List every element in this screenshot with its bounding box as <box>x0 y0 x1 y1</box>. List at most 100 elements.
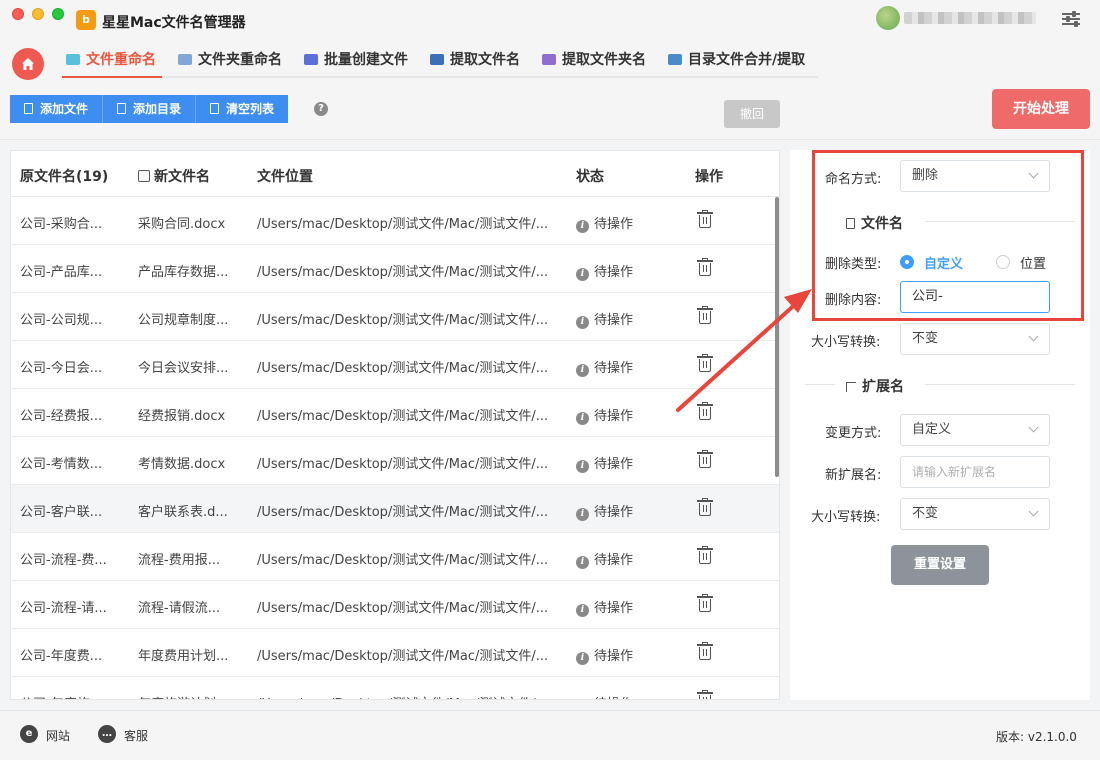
location-cell: /Users/mac/Desktop/测试文件/Mac/测试文件/... <box>257 553 549 568</box>
new-extension-input[interactable]: 请输入新扩展名 <box>900 456 1050 488</box>
new-name-cell: 年度费用计划... <box>138 649 229 664</box>
website-link[interactable]: e 网站 <box>20 725 70 744</box>
original-name-cell: 公司-今日会... <box>20 361 103 376</box>
delete-row-trash-icon[interactable] <box>697 354 713 372</box>
chevron-down-icon <box>1028 506 1039 517</box>
case-convert-label: 大小写转换: <box>811 335 881 350</box>
status-cell: i待操作 <box>576 597 676 617</box>
delete-row-trash-icon[interactable] <box>697 642 713 660</box>
clear-list-button[interactable]: 清空列表 <box>196 95 289 123</box>
status-cell: i待操作 <box>576 549 676 569</box>
delete-row-trash-icon[interactable] <box>697 210 713 228</box>
status-cell: i 待操作 <box>576 501 676 521</box>
status-text: 待操作 <box>594 505 634 520</box>
add-directory-button[interactable]: 添加目录 <box>103 95 197 123</box>
tab-label: 提取文件夹名 <box>562 52 646 68</box>
delete-row-trash-icon[interactable] <box>697 594 713 612</box>
extension-icon <box>846 382 856 392</box>
new-name-cell: 经费报销.docx <box>138 409 226 424</box>
location-cell: /Users/mac/Desktop/测试文件/Mac/测试文件/... <box>257 265 549 280</box>
clear-list-label: 清空列表 <box>226 102 275 116</box>
delete-row-trash-icon[interactable] <box>697 258 713 276</box>
start-processing-button[interactable]: 开始处理 <box>992 89 1090 129</box>
extension-case-label: 大小写转换: <box>811 510 881 525</box>
table-row[interactable]: 公司-年度费... 年度费用计划... /Users/mac/Desktop/测试文… <box>11 629 779 677</box>
case-convert-select[interactable]: 不变 <box>900 323 1050 355</box>
footer: e 网站 … 客服 版本: v2.1.0.0 <box>0 710 1100 760</box>
status-text: 待操作 <box>594 601 634 616</box>
undo-button[interactable]: 撤回 <box>724 100 780 128</box>
reset-settings-button[interactable]: 重置设置 <box>891 545 989 585</box>
file-button-group: 添加文件 添加目录 清空列表 <box>10 95 289 123</box>
info-icon: i <box>576 508 589 521</box>
info-icon: i <box>576 652 589 665</box>
active-tab-indicator <box>62 76 162 78</box>
new-name-cell: 产品库存数据... <box>138 265 229 280</box>
status-cell: i待操作 <box>576 693 676 699</box>
user-account[interactable] <box>876 6 1036 30</box>
tab-label: 文件夹重命名 <box>198 52 282 68</box>
info-icon: i <box>576 220 589 233</box>
extension-case-select[interactable]: 不变 <box>900 498 1050 530</box>
header-action: 操作 <box>695 169 723 185</box>
status-cell: i待操作 <box>576 261 676 281</box>
delete-row-trash-icon[interactable] <box>697 402 713 420</box>
table-row[interactable]: 公司-流程-请... 流程-请假流... /Users/mac/Desktop/测试… <box>11 581 779 629</box>
file-icon <box>117 103 127 114</box>
table-row[interactable]: 公司-年度旅... 年度旅游计划... /Users/mac/Desktop/测试文… <box>11 677 779 699</box>
annotation-highlight-box <box>812 150 1084 321</box>
maximize-window-button[interactable] <box>52 8 64 20</box>
new-name-cell: 今日会议安排... <box>138 361 229 376</box>
app-logo-icon: b <box>76 10 96 30</box>
status-cell: i待操作 <box>576 453 676 473</box>
table-row[interactable]: 公司-客户联... 客户联系表.d... /Users/mac/Desktop/测试… <box>11 485 779 533</box>
settings-sliders-icon[interactable] <box>1062 10 1080 28</box>
status-text: 待操作 <box>594 553 634 568</box>
header-new-name: 新文件名 <box>138 166 210 186</box>
tab-label: 文件重命名 <box>86 52 156 68</box>
tab-label: 目录文件合并/提取 <box>688 52 806 68</box>
title-bar: b 星星Mac文件名管理器 <box>0 0 1100 42</box>
delete-row-trash-icon[interactable] <box>697 546 713 564</box>
edit-icon <box>138 170 150 182</box>
info-icon: i <box>576 460 589 473</box>
change-method-select[interactable]: 自定义 <box>900 414 1050 446</box>
change-method-label: 变更方式: <box>825 426 882 441</box>
new-name-cell: 公司规章制度... <box>138 313 229 328</box>
home-icon <box>22 58 34 70</box>
delete-row-trash-icon[interactable] <box>697 690 713 699</box>
delete-row-trash-icon[interactable] <box>697 498 713 516</box>
tab-label: 提取文件名 <box>450 52 520 68</box>
close-window-button[interactable] <box>12 8 24 20</box>
extension-section-title: 扩展名 <box>846 376 904 396</box>
home-button[interactable] <box>12 48 44 80</box>
minimize-window-button[interactable] <box>32 8 44 20</box>
table-row[interactable]: 公司-公司规... 公司规章制度... /Users/mac/Desktop/测试文… <box>11 293 779 341</box>
section-divider <box>805 384 835 385</box>
status-cell: i待操作 <box>576 309 676 329</box>
avatar[interactable] <box>876 6 900 30</box>
table-row[interactable]: 公司-产品库... 产品库存数据... /Users/mac/Desktop/测试文… <box>11 245 779 293</box>
table-row[interactable]: 公司-采购合... 采购合同.docx/Users/mac/Desktop/测试文… <box>11 197 779 245</box>
status-text: 待操作 <box>594 313 634 328</box>
add-file-button[interactable]: 添加文件 <box>10 95 104 123</box>
table-scrollbar[interactable] <box>775 197 779 477</box>
original-name-cell: 公司-产品库... <box>20 265 103 280</box>
app-title: 星星Mac文件名管理器 <box>102 15 246 31</box>
status-text: 待操作 <box>594 361 634 376</box>
location-cell: /Users/mac/Desktop/测试文件/Mac/测试文件/... <box>257 313 549 328</box>
customer-service-link[interactable]: … 客服 <box>98 725 148 744</box>
help-icon[interactable]: ? <box>314 102 328 116</box>
tab-bar: 文件重命名 文件夹重命名 批量创建文件 提取文件名 提取文件夹名 目录文件合并/… <box>0 42 1100 86</box>
new-name-cell: 采购合同.docx <box>138 217 226 232</box>
delete-row-trash-icon[interactable] <box>697 450 713 468</box>
table-row[interactable]: 公司-经费报... 经费报销.docx/Users/mac/Desktop/测试文… <box>11 389 779 437</box>
table-row[interactable]: 公司-今日会... 今日会议安排... /Users/mac/Desktop/测试文… <box>11 341 779 389</box>
status-text: 待操作 <box>594 265 634 280</box>
original-name-cell: 公司-流程-请... <box>20 601 107 616</box>
file-table: 原文件名(19) 新文件名 文件位置 状态 操作 公司-采购合... 采购合同.d… <box>10 150 780 700</box>
delete-row-trash-icon[interactable] <box>697 306 713 324</box>
new-name-cell: 客户联系表.d... <box>138 505 228 520</box>
table-row[interactable]: 公司-考情数... 考情数据.docx/Users/mac/Desktop/测试文… <box>11 437 779 485</box>
table-row[interactable]: 公司-流程-费... 流程-费用报... /Users/mac/Desktop/测试… <box>11 533 779 581</box>
